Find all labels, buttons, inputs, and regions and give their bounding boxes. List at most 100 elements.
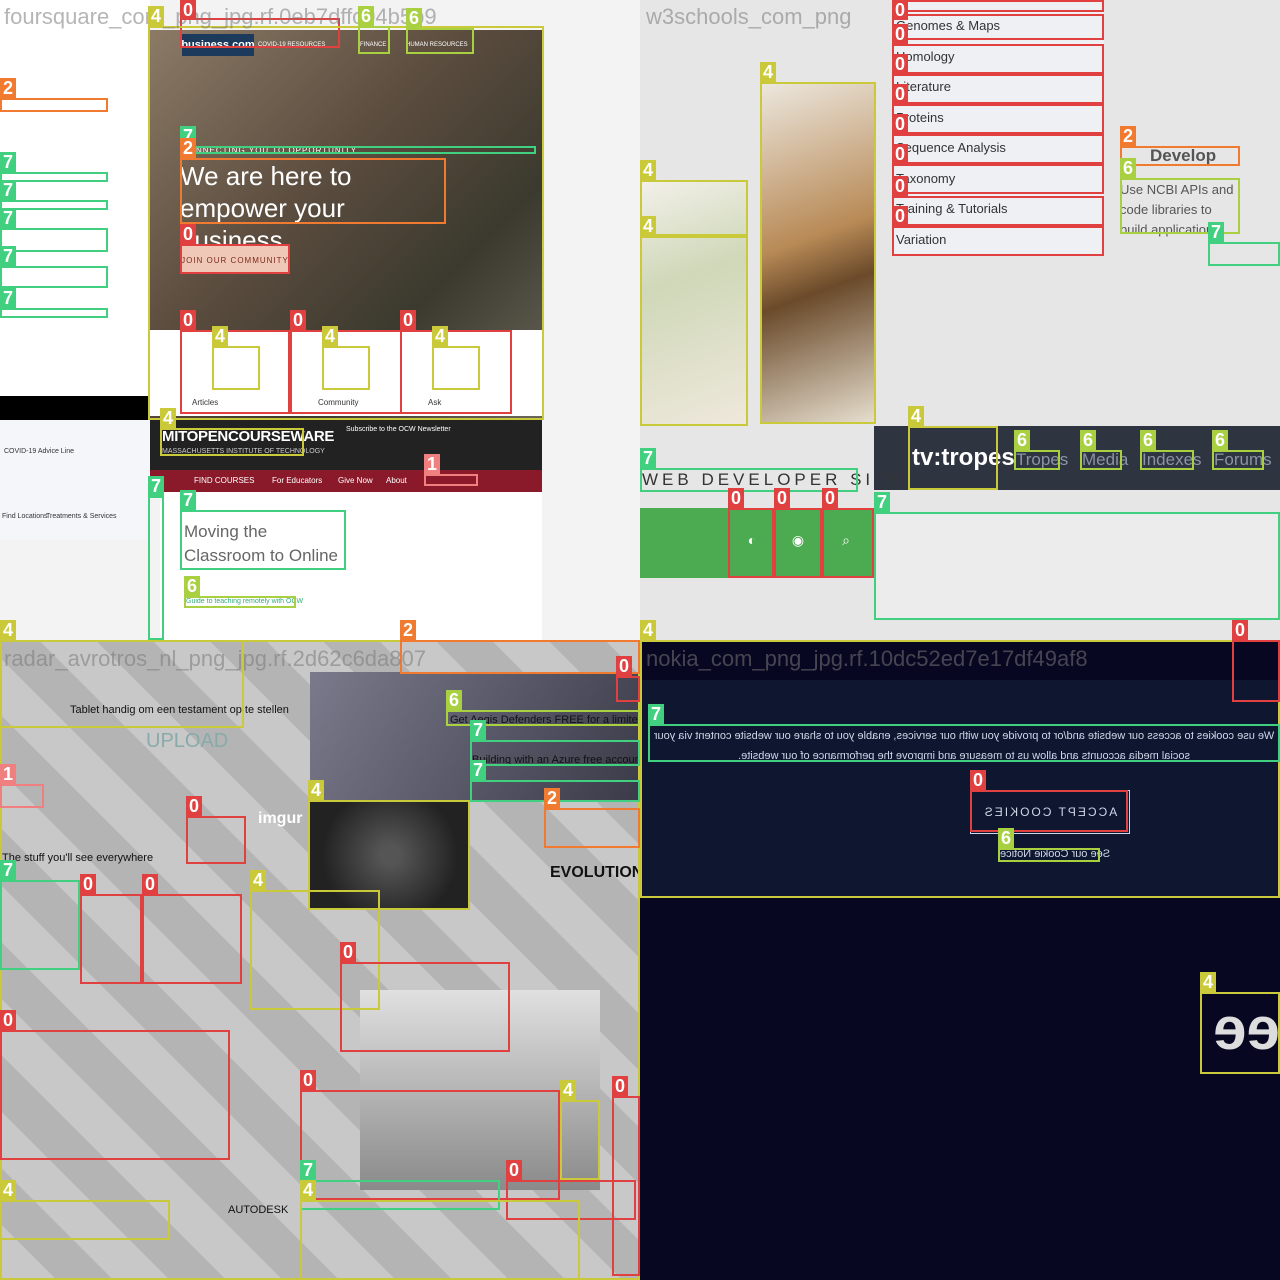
annotation-label: 4 xyxy=(250,870,267,890)
annotation-label: 6 xyxy=(1120,158,1137,178)
annotation-box xyxy=(892,164,1104,194)
annotation-label: 0 xyxy=(728,488,745,508)
annotation-label: 7 xyxy=(0,180,17,200)
annotation-label: 0 xyxy=(1232,620,1249,640)
annotation-box xyxy=(760,82,876,424)
annotation-box xyxy=(0,200,108,210)
annotation-box xyxy=(180,244,290,274)
annotation-label: 0 xyxy=(774,488,791,508)
annotation-box xyxy=(180,158,446,224)
annotation-box xyxy=(998,848,1100,862)
annotation-box xyxy=(892,0,1104,12)
annotation-label: 4 xyxy=(1200,972,1217,992)
annotation-label: 1 xyxy=(424,454,441,474)
annotation-box xyxy=(0,228,108,252)
annotation-label: 6 xyxy=(1140,430,1157,450)
annotation-label: 7 xyxy=(0,208,17,228)
annotation-label: 7 xyxy=(180,490,197,510)
q4-title: nokia_com_png_jpg.rf.10dc52ed7e17df49af8 xyxy=(646,646,1088,671)
annotation-label: 0 xyxy=(142,874,159,894)
annotation-label: 7 xyxy=(0,288,17,308)
annotation-label: 2 xyxy=(0,78,17,98)
annotation-label: 4 xyxy=(908,406,925,426)
nav-find-courses[interactable]: FIND COURSES xyxy=(194,476,254,485)
annotation-box xyxy=(400,640,640,674)
left-info-panel xyxy=(0,420,150,540)
annotation-box xyxy=(0,98,108,112)
nav-about[interactable]: About xyxy=(386,476,407,485)
annotation-box xyxy=(892,14,1104,40)
left-panel xyxy=(0,0,150,396)
annotation-label: 1 xyxy=(0,764,17,784)
annotation-label: 4 xyxy=(0,1180,17,1200)
annotation-box xyxy=(640,236,748,426)
covid-advice-link[interactable]: COVID-19 Advice Line xyxy=(4,448,74,455)
annotation-box xyxy=(1208,242,1280,266)
annotation-box xyxy=(892,196,1104,226)
annotation-box xyxy=(616,676,640,702)
annotation-box xyxy=(1200,992,1280,1074)
annotation-label: 6 xyxy=(1212,430,1229,450)
annotation-label: 6 xyxy=(358,6,375,26)
annotation-label: 7 xyxy=(874,492,891,512)
annotation-label: 4 xyxy=(760,62,777,82)
annotation-box xyxy=(1080,450,1122,470)
annotation-label: 0 xyxy=(892,24,909,44)
annotation-label: 6 xyxy=(1014,430,1031,450)
annotation-box xyxy=(728,508,774,578)
annotation-box xyxy=(1232,640,1280,702)
annotation-label: 0 xyxy=(892,0,909,20)
annotation-box xyxy=(470,740,640,766)
annotation-box xyxy=(560,1100,600,1180)
annotation-label: 7 xyxy=(0,246,17,266)
annotation-label: 0 xyxy=(290,310,307,330)
annotation-label: 4 xyxy=(432,326,449,346)
annotation-box xyxy=(406,28,474,54)
annotation-box xyxy=(892,44,1104,74)
annotation-label: 6 xyxy=(446,690,463,710)
annotation-label: 7 xyxy=(470,760,487,780)
find-locations-link[interactable]: Find Locations xyxy=(2,513,48,520)
annotation-label: 0 xyxy=(892,144,909,164)
annotation-box xyxy=(142,894,242,984)
annotation-box xyxy=(80,894,142,984)
annotation-label: 0 xyxy=(892,114,909,134)
annotation-label: 4 xyxy=(322,326,339,346)
nav-educators[interactable]: For Educators xyxy=(272,476,322,485)
annotation-label: 4 xyxy=(212,326,229,346)
annotation-label: 0 xyxy=(506,1160,523,1180)
annotation-box xyxy=(612,1096,640,1276)
annotation-label: 0 xyxy=(186,796,203,816)
annotation-box xyxy=(358,26,390,54)
annotation-label: 0 xyxy=(300,1070,317,1090)
annotation-label: 2 xyxy=(180,138,197,158)
annotation-label: 4 xyxy=(300,1180,317,1200)
annotation-box xyxy=(0,1200,170,1240)
newsletter-link[interactable]: Subscribe to the OCW Newsletter xyxy=(346,426,451,433)
annotation-box xyxy=(0,266,108,288)
annotation-box xyxy=(774,508,822,578)
annotation-label: 7 xyxy=(640,448,657,468)
mit-nav: FIND COURSES For Educators Give Now Abou… xyxy=(150,470,542,492)
annotation-box xyxy=(340,962,510,1052)
annotation-box xyxy=(640,640,1280,898)
annotation-label: 0 xyxy=(180,310,197,330)
annotation-box xyxy=(648,724,1280,762)
left-dark-bar xyxy=(0,396,150,420)
annotation-box xyxy=(0,308,108,318)
annotation-box xyxy=(640,180,748,236)
annotation-label: 4 xyxy=(0,620,17,640)
annotation-label: 7 xyxy=(648,704,665,724)
nav-give-now[interactable]: Give Now xyxy=(338,476,373,485)
annotation-label: 0 xyxy=(892,176,909,196)
annotation-label: 0 xyxy=(180,0,197,20)
annotation-box xyxy=(1120,146,1240,166)
annotation-label: 0 xyxy=(822,488,839,508)
annotation-box xyxy=(892,104,1104,134)
annotation-box xyxy=(0,1030,230,1160)
treatments-link[interactable]: Treatments & Services xyxy=(46,513,117,520)
annotation-box xyxy=(322,346,370,390)
annotation-box xyxy=(874,512,1280,620)
annotation-label: 2 xyxy=(400,620,417,640)
annotation-label: 7 xyxy=(148,476,165,496)
